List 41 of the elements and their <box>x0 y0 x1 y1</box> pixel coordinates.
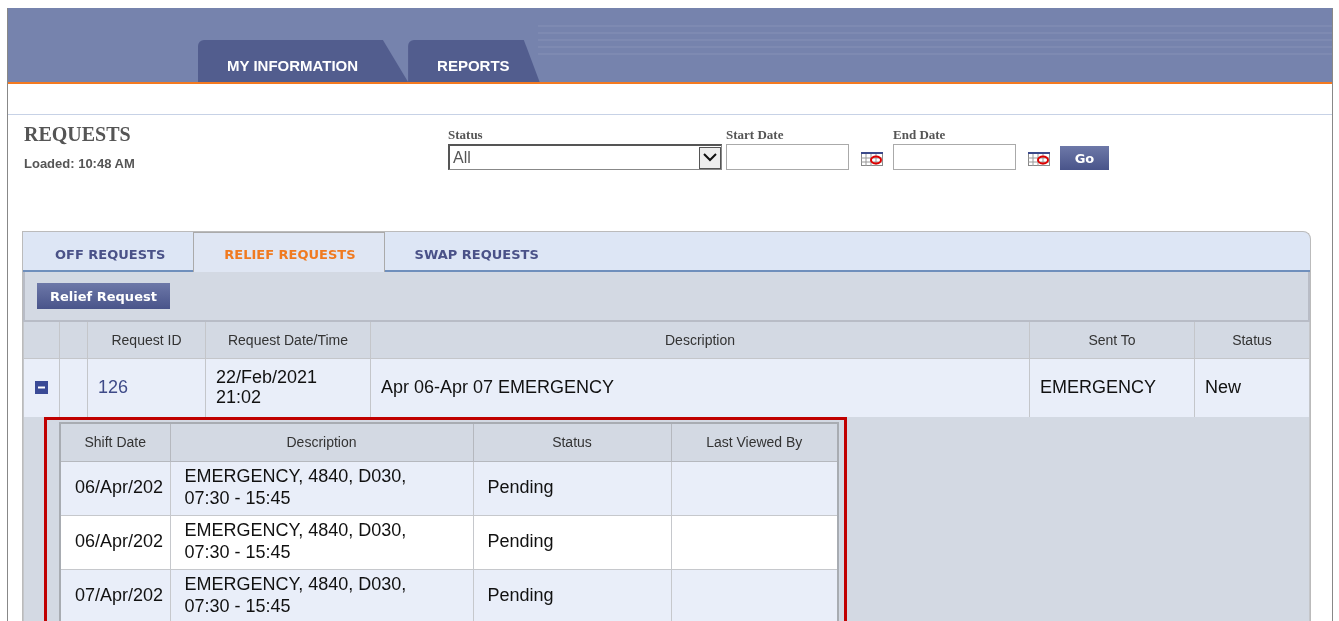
calendar-icon[interactable] <box>861 152 883 166</box>
loaded-time: Loaded: 10:48 AM <box>24 156 136 171</box>
table-cell: 06/Apr/202 <box>60 515 170 569</box>
table-cell: Pending <box>473 515 671 569</box>
table-cell: 22/Feb/2021 21:02 <box>216 366 318 407</box>
chevron-down-icon <box>703 153 717 162</box>
table-cell: EMERGENCY, 4840, D030, 07:30 - 15:45 <box>170 461 473 515</box>
column-header: Last Viewed By <box>671 423 838 461</box>
calendar-icon[interactable] <box>1028 152 1050 166</box>
column-header: Description <box>370 322 1030 358</box>
tab[interactable]: OFF REQUESTS <box>25 232 194 270</box>
start-date-label: Start Date <box>726 127 784 142</box>
status-label: Status <box>448 127 483 142</box>
column-header: Description <box>170 423 473 461</box>
end-date-field[interactable] <box>893 144 1016 170</box>
collapse-icon[interactable] <box>35 381 48 395</box>
go-button[interactable]: Go <box>1060 146 1109 170</box>
end-date-label: End Date <box>893 127 946 142</box>
table-cell: EMERGENCY, 4840, D030, 07:30 - 15:45 <box>170 515 473 569</box>
column-header: Request Date/Time <box>205 322 371 358</box>
column-header: Status <box>1194 322 1310 358</box>
table-cell: 07/Apr/202 <box>60 569 170 621</box>
table-cell: Pending <box>473 569 671 621</box>
column-header: Shift Date <box>60 423 170 461</box>
relief-request-button[interactable]: Relief Request <box>37 283 170 309</box>
column-header: Sent To <box>1029 322 1195 358</box>
table-cell: New <box>1194 358 1310 417</box>
status-dropdown[interactable]: All <box>448 144 722 170</box>
table-cell: Apr 06-Apr 07 EMERGENCY <box>370 358 1030 417</box>
start-date-field[interactable] <box>726 144 849 170</box>
page-title: REQUESTS <box>24 123 132 146</box>
table-cell: EMERGENCY, 4840, D030, 07:30 - 15:45 <box>170 569 473 621</box>
table-cell: 06/Apr/202 <box>60 461 170 515</box>
nav-tab[interactable]: MY INFORMATION <box>198 40 409 82</box>
column-header: Request ID <box>87 322 206 358</box>
request-id-link[interactable]: 126 <box>87 358 206 417</box>
tab[interactable]: SWAP REQUESTS <box>384 232 567 270</box>
table-cell: Pending <box>473 461 671 515</box>
nav-tab[interactable]: REPORTS <box>408 40 540 82</box>
table-cell: EMERGENCY <box>1029 358 1195 417</box>
column-header: Status <box>473 423 671 461</box>
